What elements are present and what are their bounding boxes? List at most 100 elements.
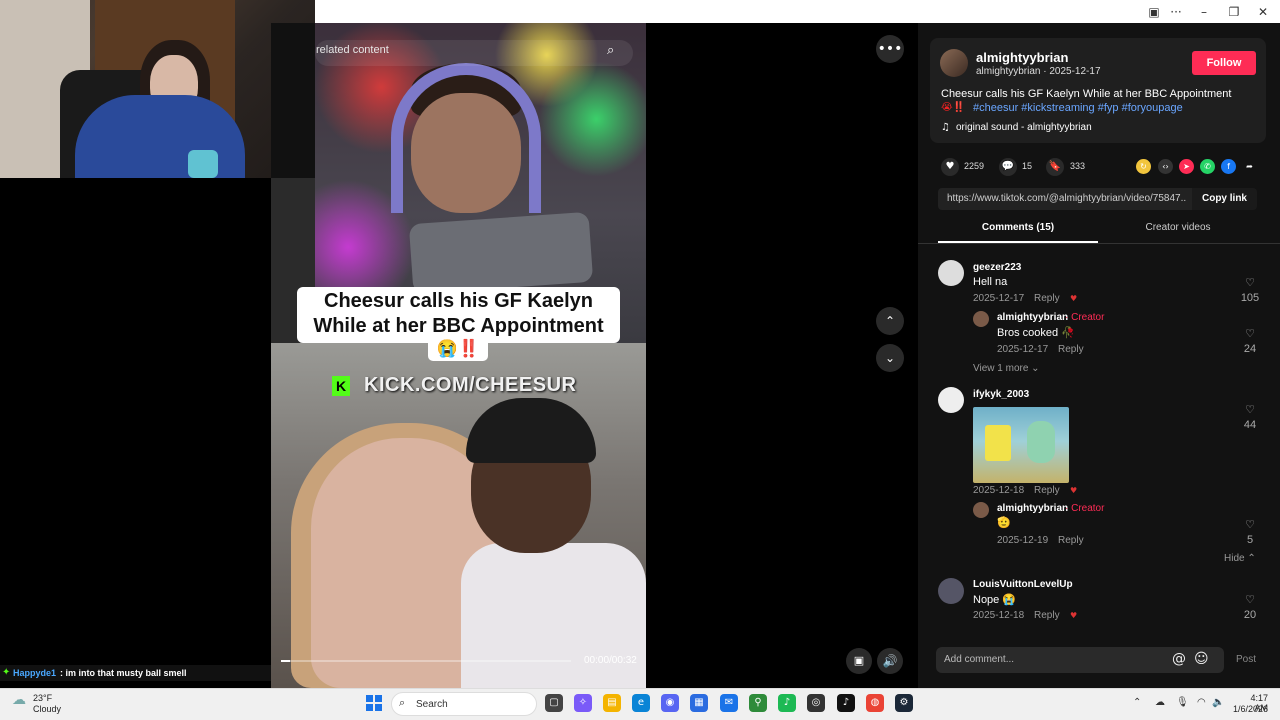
search-icon: ⌕: [399, 696, 406, 709]
comment-text: 🫡: [997, 517, 1011, 529]
follow-button[interactable]: Follow: [1192, 51, 1256, 75]
comment-like-icon[interactable]: ♡: [1240, 518, 1260, 531]
app-icon[interactable]: ⚲: [749, 694, 767, 712]
comment-text: Bros cooked 🥀: [997, 327, 1075, 339]
comment-username[interactable]: almightyybrian: [997, 312, 1068, 323]
repost-icon[interactable]: ↻: [1136, 159, 1151, 174]
video-progress-bar[interactable]: [281, 660, 571, 662]
comment-like-icon[interactable]: ♡: [1240, 593, 1260, 606]
creator-badge: · Creator: [1065, 503, 1105, 514]
facebook-icon[interactable]: f: [1221, 159, 1236, 174]
comment-date: 2025-12-17: [997, 344, 1049, 355]
edge-icon[interactable]: e: [632, 694, 650, 712]
comment-icon[interactable]: 💬: [999, 158, 1017, 176]
like-icon[interactable]: ♥: [941, 158, 959, 176]
creator-liked-icon: ♥: [1070, 611, 1078, 620]
cast-icon[interactable]: ▣: [1145, 3, 1163, 21]
tab-divider: [918, 243, 1280, 244]
kick-logo-icon: K: [332, 376, 350, 396]
clock-date[interactable]: 1/6/2026: [1228, 704, 1268, 714]
author-handle-date: almightyybrian · 2025-12-17: [976, 66, 1101, 77]
post-description-emoji: 😭‼️: [941, 102, 966, 113]
video-progress-fill: [281, 660, 290, 662]
minimize-icon[interactable]: –: [1195, 3, 1213, 21]
next-video-button[interactable]: ⌄: [876, 344, 904, 372]
store-icon[interactable]: ▦: [690, 694, 708, 712]
comment-image[interactable]: [973, 407, 1069, 483]
more-options-icon[interactable]: ···: [1167, 3, 1185, 21]
comment-username[interactable]: LouisVuittonLevelUp: [973, 579, 1073, 590]
chat-message-text: : im into that musty ball smell: [60, 668, 187, 678]
tray-chevron-icon[interactable]: ⌃: [1133, 697, 1141, 708]
comment-username[interactable]: geezer223: [973, 262, 1021, 273]
discord-icon[interactable]: ◉: [661, 694, 679, 712]
reply-button[interactable]: Reply: [1058, 344, 1084, 355]
author-avatar[interactable]: [940, 49, 968, 77]
close-icon[interactable]: ✕: [1254, 3, 1272, 21]
reply-button[interactable]: Reply: [1058, 535, 1084, 546]
taskbar-search-label: Search: [416, 699, 448, 710]
more-options-button[interactable]: •••: [876, 35, 904, 63]
chat-username: Happyde1: [13, 668, 57, 678]
weather-temp[interactable]: 23°F: [33, 693, 52, 703]
comment-like-icon[interactable]: ♡: [1240, 403, 1260, 416]
kick-watermark: KICK.COM/CHEESUR: [364, 374, 577, 396]
reply-button[interactable]: Reply: [1034, 293, 1060, 304]
music-note-icon: ♫: [941, 122, 950, 133]
emoji-icon[interactable]: ☺: [1194, 651, 1209, 667]
file-explorer-icon[interactable]: ▤: [603, 694, 621, 712]
chrome-icon[interactable]: ◍: [866, 694, 884, 712]
taskbar-search[interactable]: [391, 692, 537, 716]
wifi-icon[interactable]: ◠: [1197, 697, 1206, 708]
view-more-replies[interactable]: View 1 more ⌄: [973, 363, 1040, 374]
mention-icon[interactable]: @: [1172, 651, 1186, 667]
bookmark-icon[interactable]: 🔖: [1046, 158, 1064, 176]
weather-icon[interactable]: ☁: [12, 692, 26, 708]
mail-icon[interactable]: ✉: [720, 694, 738, 712]
comment-date: 2025-12-18: [973, 610, 1025, 621]
picture-in-picture-icon[interactable]: ▣: [846, 648, 872, 674]
avatar[interactable]: [938, 260, 964, 286]
send-icon[interactable]: ➤: [1179, 159, 1194, 174]
author-name[interactable]: almightyybrian: [976, 50, 1068, 65]
steam-icon[interactable]: ⚙: [895, 694, 913, 712]
comment-username[interactable]: almightyybrian: [997, 503, 1068, 514]
spotify-icon[interactable]: ♪: [778, 694, 796, 712]
creator-badge: · Creator: [1065, 312, 1105, 323]
maximize-icon[interactable]: ❐: [1225, 3, 1243, 21]
search-icon[interactable]: ⌕: [607, 43, 625, 61]
creator-liked-icon: ♥: [1070, 486, 1078, 495]
whatsapp-icon[interactable]: ✆: [1200, 159, 1215, 174]
volume-icon[interactable]: 🔊: [877, 648, 903, 674]
creator-liked-icon: ♥: [1070, 294, 1078, 303]
start-icon[interactable]: [366, 695, 382, 711]
obs-icon[interactable]: ◎: [807, 694, 825, 712]
microphone-icon[interactable]: 🎙: [1176, 697, 1189, 708]
task-view-icon[interactable]: ▢: [545, 694, 563, 712]
copilot-icon[interactable]: ✧: [574, 694, 592, 712]
avatar[interactable]: [938, 578, 964, 604]
avatar[interactable]: [973, 311, 989, 327]
sound-link[interactable]: original sound - almightyybrian: [956, 122, 1092, 133]
comment-username[interactable]: ifykyk_2003: [973, 389, 1029, 400]
avatar[interactable]: [938, 387, 964, 413]
share-icon[interactable]: ➦: [1242, 159, 1257, 174]
chat-badge-icon: ✦: [2, 667, 11, 678]
onedrive-icon[interactable]: ☁: [1155, 697, 1165, 708]
comment-text: Hell na: [973, 276, 1008, 288]
previous-video-button[interactable]: ⌃: [876, 307, 904, 335]
reply-button[interactable]: Reply: [1034, 485, 1060, 496]
embed-icon[interactable]: ‹›: [1158, 159, 1173, 174]
comment-like-icon[interactable]: ♡: [1240, 327, 1260, 340]
speaker-icon[interactable]: 🔈: [1212, 697, 1224, 708]
hide-replies-button[interactable]: Hide ⌃: [1224, 553, 1256, 564]
comment-text: Nope 😭: [973, 594, 1017, 606]
post-button[interactable]: Post: [1236, 654, 1256, 665]
post-hashtags[interactable]: #cheesur #kickstreaming #fyp #foryoupage: [973, 102, 1183, 114]
avatar[interactable]: [973, 502, 989, 518]
reply-button[interactable]: Reply: [1034, 610, 1060, 621]
comment-like-icon[interactable]: ♡: [1240, 276, 1260, 289]
tab-creator-videos[interactable]: Creator videos: [1098, 222, 1258, 244]
copy-link-button[interactable]: Copy link: [1192, 188, 1257, 210]
tiktok-icon[interactable]: ♪: [837, 694, 855, 712]
